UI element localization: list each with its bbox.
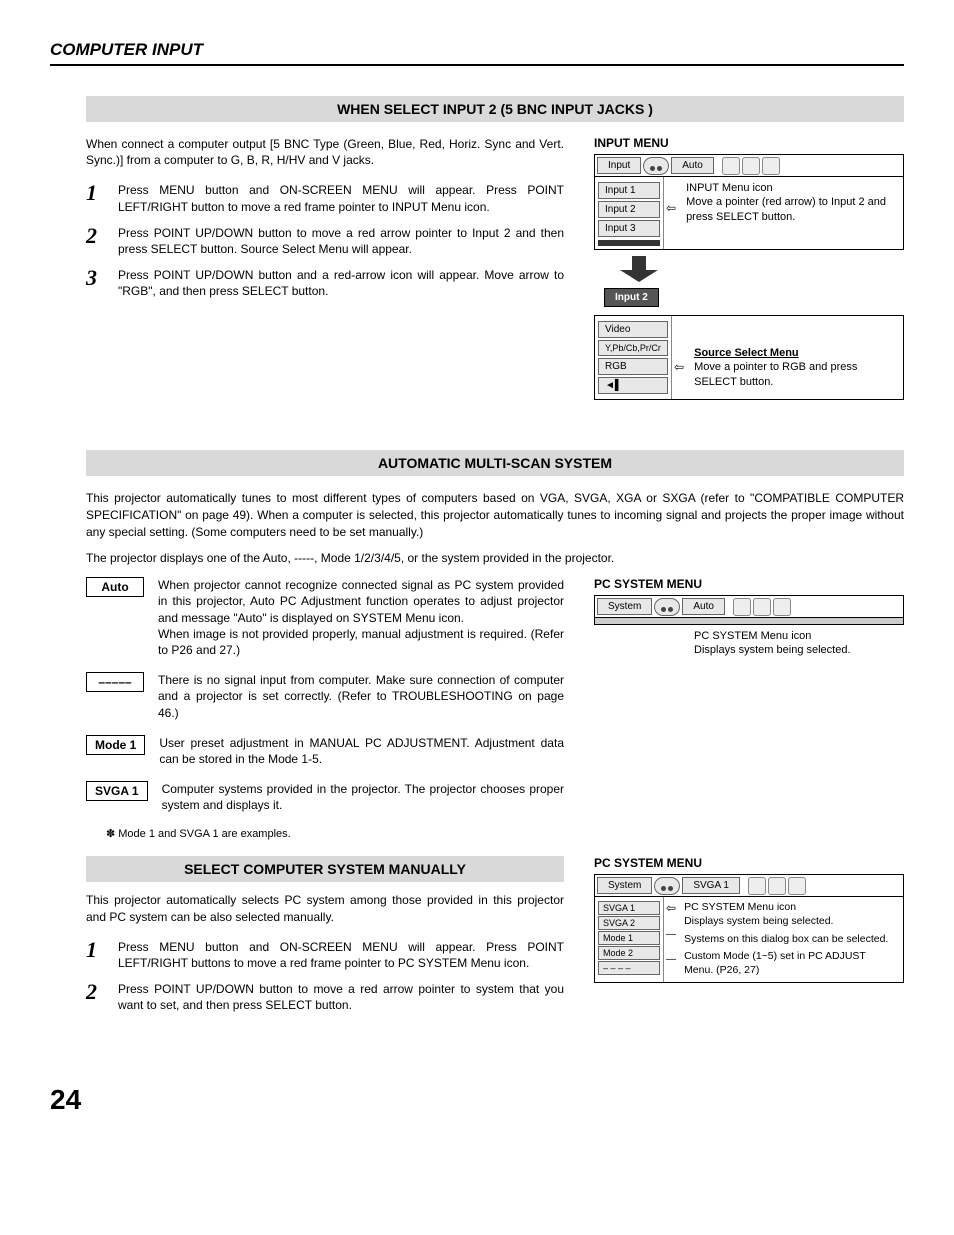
mode-mode1-label: Mode 1 — [86, 735, 145, 755]
mode-svga1-label: SVGA 1 — [86, 781, 148, 801]
toolbar-svga1-btn[interactable]: SVGA 1 — [682, 877, 740, 894]
step-3-text: Press POINT UP/DOWN button and a red-arr… — [118, 267, 564, 299]
annot1-text: Move a pointer (red arrow) to Input 2 an… — [686, 195, 897, 224]
arrow-down-icon — [614, 256, 904, 282]
toolbar-system-btn-2[interactable]: System — [597, 877, 652, 894]
manual-step-2-num: 2 — [86, 981, 104, 1013]
manual-intro: This projector automatically selects PC … — [86, 892, 564, 924]
left-arrow-icon-2 — [672, 316, 688, 399]
mode-svga1-text: Computer systems provided in the project… — [162, 781, 564, 813]
source-rgb[interactable]: RGB — [598, 358, 668, 375]
multiscan-para2: The projector displays one of the Auto, … — [86, 550, 904, 567]
toolbar-input-btn[interactable]: Input — [597, 157, 641, 174]
sys-svga1[interactable]: SVGA 1 — [598, 901, 660, 915]
ctrl-icon-6 — [773, 598, 791, 616]
section-header: COMPUTER INPUT — [50, 40, 904, 66]
toolbar-system-btn[interactable]: System — [597, 598, 652, 615]
ctrl-icon-7 — [748, 877, 766, 895]
annot2-text: Move a pointer to RGB and press SELECT b… — [694, 360, 897, 389]
step-2-num: 2 — [86, 225, 104, 257]
manual-step-1-num: 1 — [86, 939, 104, 971]
knob-icon-2 — [654, 598, 680, 616]
sys-mode2[interactable]: Mode 2 — [598, 946, 660, 960]
ctrl-icon-9 — [788, 877, 806, 895]
step-2-text: Press POINT UP/DOWN button to move a red… — [118, 225, 564, 257]
step-1-num: 1 — [86, 182, 104, 214]
intro-text: When connect a computer output [5 BNC Ty… — [86, 136, 564, 168]
ctrl-icon-8 — [768, 877, 786, 895]
mode-auto-label: Auto — [86, 577, 144, 597]
sub-header-multiscan: AUTOMATIC MULTI-SCAN SYSTEM — [86, 450, 904, 476]
toolbar-auto-btn-2[interactable]: Auto — [682, 598, 725, 615]
source-video[interactable]: Video — [598, 321, 668, 338]
pc2-annot3: Custom Mode (1~5) set in PC ADJUST Menu.… — [684, 950, 897, 977]
mode-mode1-text: User preset adjustment in MANUAL PC ADJU… — [159, 735, 564, 767]
manual-step-2-text: Press POINT UP/DOWN button to move a red… — [118, 981, 564, 1013]
pc-menu-title-2: PC SYSTEM MENU — [594, 856, 904, 870]
menu-title-input: INPUT MENU — [594, 136, 904, 150]
footnote: ✽ Mode 1 and SVGA 1 are examples. — [106, 827, 564, 840]
mode-dashes-label: ––––– — [86, 672, 144, 692]
pc2-annot1: PC SYSTEM Menu icon Displays system bein… — [684, 901, 897, 928]
menu-item-input3[interactable]: Input 3 — [598, 220, 660, 237]
mode-auto-text: When projector cannot recognize connecte… — [158, 577, 564, 658]
toolbar-auto-btn[interactable]: Auto — [671, 157, 714, 174]
input-menu-box: Input Auto Input 1 Input 2 Input 3 — [594, 154, 904, 250]
sys-mode1[interactable]: Mode 1 — [598, 931, 660, 945]
sub-header-input2: WHEN SELECT INPUT 2 (5 BNC INPUT JACKS ) — [86, 96, 904, 122]
sub-header-manual: SELECT COMPUTER SYSTEM MANUALLY — [86, 856, 564, 882]
annot1-title: INPUT Menu icon — [686, 181, 897, 195]
ctrl-icon-1 — [722, 157, 740, 175]
left-arrow-icon-3 — [666, 901, 676, 915]
manual-step-1-text: Press MENU button and ON-SCREEN MENU wil… — [118, 939, 564, 971]
page-number: 24 — [50, 1084, 904, 1116]
pc-menu-box-1: System Auto — [594, 595, 904, 625]
multiscan-para1: This projector automatically tunes to mo… — [86, 490, 904, 540]
pc-menu-box-2: System SVGA 1 SVGA 1 SVGA 2 Mode 1 Mode … — [594, 874, 904, 982]
ctrl-icon-3 — [762, 157, 780, 175]
source-ypbcr[interactable]: Y,Pb/Cb,Pr/Cr — [598, 340, 668, 356]
annot2-title: Source Select Menu — [694, 346, 897, 360]
pc2-annot2: Systems on this dialog box can be select… — [684, 933, 897, 947]
menu-item-input1[interactable]: Input 1 — [598, 182, 660, 199]
menu-item-input2[interactable]: Input 2 — [598, 201, 660, 218]
mode-dashes-text: There is no signal input from computer. … — [158, 672, 564, 721]
ctrl-icon-2 — [742, 157, 760, 175]
knob-icon — [643, 157, 669, 175]
source-select-box: Video Y,Pb/Cb,Pr/Cr RGB ◄▌ Source Select… — [594, 315, 904, 400]
ctrl-icon-4 — [733, 598, 751, 616]
step-1-text: Press MENU button and ON-SCREEN MENU wil… — [118, 182, 564, 214]
ctrl-icon-5 — [753, 598, 771, 616]
sys-dashes[interactable]: – – – – — [598, 961, 660, 975]
sys-svga2[interactable]: SVGA 2 — [598, 916, 660, 930]
knob-icon-3 — [654, 877, 680, 895]
pc-menu-annot-1: PC SYSTEM Menu icon Displays system bein… — [594, 625, 904, 662]
input2-chip: Input 2 — [604, 288, 659, 307]
left-arrow-icon — [664, 177, 680, 249]
step-3-num: 3 — [86, 267, 104, 299]
source-back-icon[interactable]: ◄▌ — [598, 377, 668, 394]
pc-menu-title-1: PC SYSTEM MENU — [594, 577, 904, 591]
